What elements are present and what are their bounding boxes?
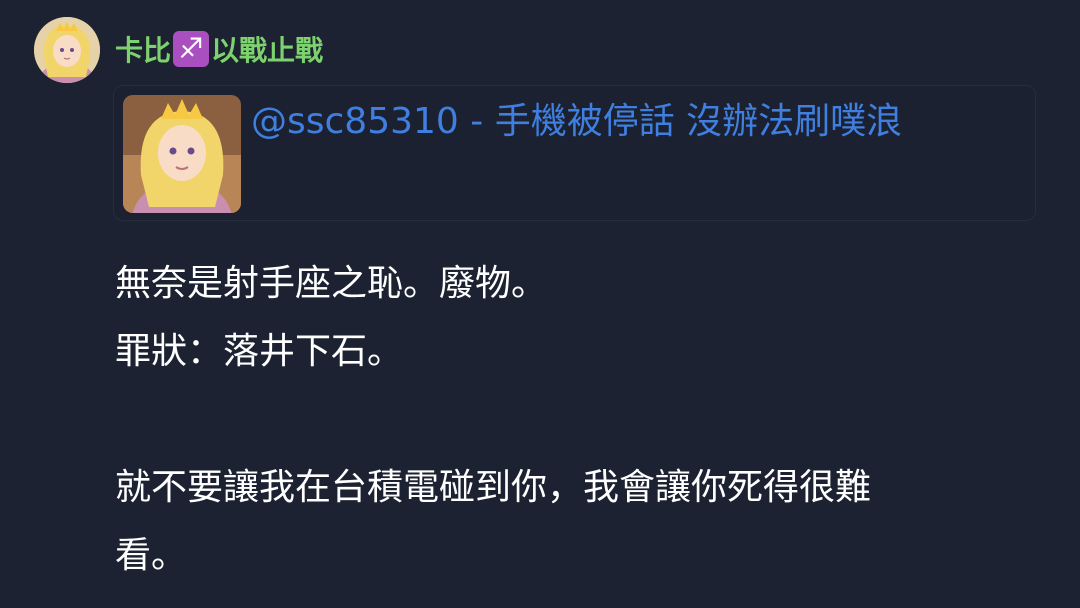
sagittarius-icon: ♐ — [173, 31, 210, 67]
author-name[interactable]: 卡比 ♐ 以戰止戰 — [115, 28, 323, 74]
post-content: 無奈是射手座之恥。廢物。 罪狀：落井下石。 就不要讓我在台積電碰到你，我會讓你死… — [115, 250, 1015, 590]
author-name-part1: 卡比 — [115, 34, 172, 67]
content-line: 就不要讓我在台積電碰到你，我會讓你死得很難 — [115, 467, 872, 508]
plurk-post: 卡比 ♐ 以戰止戰 @ssc85310 - 手機被停話 沒辦法刷噗浪 無奈是射手座之… — [0, 0, 1080, 608]
content-line: 看。 — [115, 535, 188, 576]
thumbnail-image — [123, 95, 241, 213]
content-line: 無奈是射手座之恥。廢物。 — [115, 263, 548, 304]
avatar-image — [34, 17, 100, 83]
author-name-part2: 以戰止戰 — [211, 34, 324, 67]
content-line: 罪狀：落井下石。 — [115, 331, 404, 372]
quote-card[interactable]: @ssc85310 - 手機被停話 沒辦法刷噗浪 — [113, 85, 1036, 221]
quote-thumbnail — [123, 95, 241, 213]
author-avatar[interactable] — [34, 17, 100, 83]
quote-link-title[interactable]: @ssc85310 - 手機被停話 沒辦法刷噗浪 — [251, 100, 902, 144]
content-blank-line — [115, 386, 1015, 454]
